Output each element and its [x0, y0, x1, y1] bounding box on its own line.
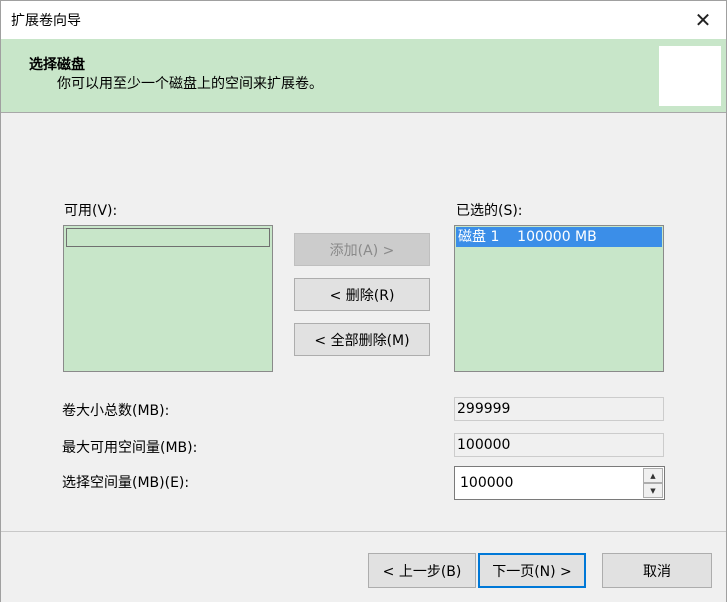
spin-down-button[interactable]: ▼ — [643, 483, 663, 498]
back-button[interactable]: < 上一步(B) — [368, 553, 476, 588]
remove-all-button[interactable]: < 全部删除(M) — [294, 323, 430, 356]
total-size-value: 299999 — [454, 397, 664, 421]
select-space-label: 选择空间量(MB)(E): — [62, 475, 190, 491]
remove-button[interactable]: < 删除(R) — [294, 278, 430, 311]
available-listbox[interactable] — [63, 225, 273, 372]
available-list-focus-row[interactable] — [66, 228, 270, 247]
total-size-label: 卷大小总数(MB): — [62, 403, 170, 419]
select-space-input[interactable] — [456, 468, 642, 498]
close-button[interactable]: ✕ — [680, 1, 726, 39]
triangle-up-icon: ▲ — [650, 471, 656, 480]
selected-listbox[interactable]: 磁盘 1 100000 MB — [454, 225, 664, 372]
wizard-header: 选择磁盘 你可以用至少一个磁盘上的空间来扩展卷。 — [1, 39, 726, 113]
next-button[interactable]: 下一页(N) > — [478, 553, 586, 588]
close-icon: ✕ — [694, 8, 712, 32]
header-subtitle: 你可以用至少一个磁盘上的空间来扩展卷。 — [57, 76, 323, 92]
max-space-value: 100000 — [454, 433, 664, 457]
extend-volume-wizard-window: 扩展卷向导 ✕ 选择磁盘 你可以用至少一个磁盘上的空间来扩展卷。 可用(V): … — [0, 0, 727, 602]
selected-label: 已选的(S): — [456, 203, 523, 219]
add-button[interactable]: 添加(A) > — [294, 233, 430, 266]
wizard-header-image — [659, 46, 721, 106]
list-item[interactable]: 磁盘 1 100000 MB — [456, 227, 662, 247]
triangle-down-icon: ▼ — [650, 486, 656, 495]
header-title: 选择磁盘 — [29, 57, 85, 73]
cancel-button[interactable]: 取消 — [602, 553, 712, 588]
available-label: 可用(V): — [64, 203, 118, 219]
spin-up-button[interactable]: ▲ — [643, 468, 663, 483]
window-title: 扩展卷向导 — [11, 13, 81, 29]
title-bar: 扩展卷向导 ✕ — [1, 1, 726, 39]
select-space-stepper[interactable]: ▲ ▼ — [454, 466, 665, 500]
max-space-label: 最大可用空间量(MB): — [62, 440, 198, 456]
